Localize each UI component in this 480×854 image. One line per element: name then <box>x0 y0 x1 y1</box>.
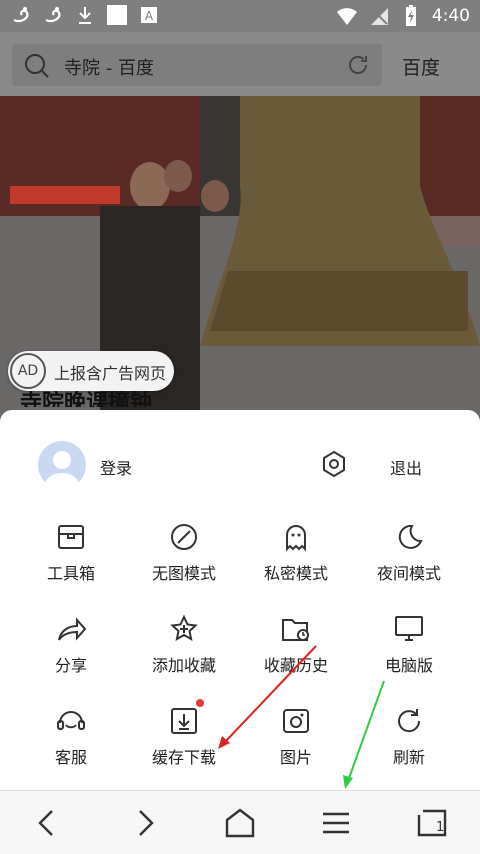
url-field[interactable]: 寺院 - 百度 <box>12 44 382 86</box>
menu-item-share[interactable]: 分享 <box>16 612 126 676</box>
menu-item-night[interactable]: 夜间模式 <box>354 520 464 584</box>
baidu-button[interactable]: 百度 <box>402 53 440 80</box>
no-image-icon <box>171 524 197 550</box>
menu-item-toolbox[interactable]: 工具箱 <box>16 520 126 584</box>
ghost-icon <box>286 525 306 552</box>
report-ad-label: 上报含广告网页 <box>54 364 167 383</box>
toolbox-icon <box>58 525 84 549</box>
status-bar: A 4:40 <box>0 0 480 32</box>
moon-icon <box>398 524 423 549</box>
square-icon <box>107 5 127 25</box>
a-icon: A <box>141 7 157 23</box>
menu-item-label: 图片 <box>279 748 312 767</box>
menu-item-images[interactable]: 图片 <box>241 704 351 768</box>
tab-count: 1 <box>436 820 445 835</box>
menu-item-favorites-history[interactable]: 收藏历史 <box>241 612 351 676</box>
download-icon <box>79 7 91 24</box>
menu-item-private[interactable]: 私密模式 <box>241 520 351 584</box>
settings-icon[interactable] <box>319 449 349 479</box>
search-icon <box>25 54 49 78</box>
logout-button[interactable]: 退出 <box>390 455 422 479</box>
notification-badge <box>196 699 204 707</box>
avatar[interactable] <box>38 441 86 489</box>
star-plus-icon <box>170 614 198 641</box>
login-button[interactable]: 登录 <box>100 455 132 479</box>
menu-item-label: 刷新 <box>392 748 425 767</box>
ad-icon: AD <box>10 353 46 389</box>
menu-item-label: 私密模式 <box>263 564 328 583</box>
menu-item-label: 收藏历史 <box>263 656 328 675</box>
menu-item-refresh[interactable]: 刷新 <box>354 704 464 768</box>
svg-text:A: A <box>145 9 154 23</box>
menu-item-cache-download[interactable]: 缓存下载 <box>129 704 239 768</box>
status-right-icons: 4:40 <box>336 5 470 27</box>
menu-item-label: 缓存下载 <box>151 748 216 767</box>
menu-item-no-image[interactable]: 无图模式 <box>129 520 239 584</box>
refresh-icon[interactable] <box>346 53 370 77</box>
menu-item-add-favorite[interactable]: 添加收藏 <box>129 612 239 676</box>
status-time: 4:40 <box>431 6 470 26</box>
headset-icon <box>57 711 85 730</box>
download-box-icon <box>171 708 197 734</box>
menu-item-customer-service[interactable]: 客服 <box>16 704 126 768</box>
wifi-icon <box>336 8 357 25</box>
status-left-icons: A <box>10 4 160 26</box>
menu-item-label: 夜间模式 <box>376 564 441 583</box>
signal-off-icon <box>370 7 388 25</box>
menu-item-label: 电脑版 <box>384 656 433 675</box>
report-ad-button[interactable]: AD 上报含广告网页 <box>8 351 174 391</box>
page-title: 寺院 - 百度 <box>64 58 154 79</box>
menu-icon[interactable] <box>319 806 353 840</box>
folder-history-icon <box>282 619 309 641</box>
refresh-icon <box>398 709 421 733</box>
menu-item-label: 客服 <box>54 748 87 767</box>
tabs-button[interactable]: 1 <box>415 806 449 840</box>
menu-item-label: 工具箱 <box>46 564 95 583</box>
home-icon[interactable] <box>223 806 257 840</box>
bottom-nav: 1 <box>0 790 480 854</box>
menu-item-desktop[interactable]: 电脑版 <box>354 612 464 676</box>
share-icon <box>58 617 87 641</box>
back-icon[interactable] <box>30 806 64 840</box>
menu-item-label: 添加收藏 <box>151 656 216 675</box>
menu-item-label: 无图模式 <box>151 564 216 583</box>
battery-charging-icon <box>405 5 416 26</box>
forward-icon[interactable] <box>128 806 162 840</box>
camera-icon <box>283 709 309 733</box>
menu-item-label: 分享 <box>54 656 87 675</box>
uc-browser-icon <box>45 7 61 23</box>
monitor-icon <box>395 616 423 641</box>
uc-browser-icon <box>13 7 29 23</box>
